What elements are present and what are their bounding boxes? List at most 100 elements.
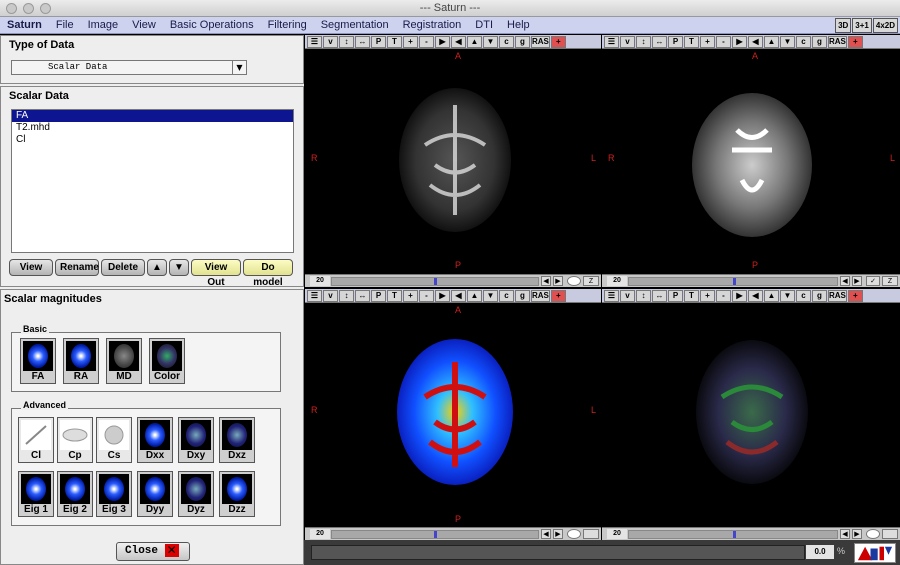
menu-registration[interactable]: Registration: [396, 17, 469, 34]
layout-4x2d-button[interactable]: 4x2D: [872, 18, 898, 33]
next-slice-icon[interactable]: ▶: [852, 276, 862, 286]
pan-up-icon[interactable]: ▲: [467, 35, 482, 48]
menu-file[interactable]: File: [49, 17, 81, 34]
p-button[interactable]: P: [371, 289, 386, 302]
close-button[interactable]: Close ✕: [116, 542, 190, 561]
vertical-flip-icon[interactable]: ↕: [636, 289, 651, 302]
v-button[interactable]: v: [323, 289, 338, 302]
rename-button[interactable]: Rename: [55, 259, 99, 276]
c-button[interactable]: c: [796, 289, 811, 302]
pan-left-icon[interactable]: ◀: [451, 35, 466, 48]
menu-image[interactable]: Image: [81, 17, 126, 34]
next-slice-icon[interactable]: ▶: [553, 276, 563, 286]
zoom-out-icon[interactable]: -: [419, 35, 434, 48]
zoom-in-icon[interactable]: +: [403, 35, 418, 48]
vertical-flip-icon[interactable]: ↕: [339, 35, 354, 48]
sync-checkbox[interactable]: ✓: [866, 276, 880, 286]
pan-down-icon[interactable]: ▼: [780, 289, 795, 302]
pan-up-icon[interactable]: ▲: [764, 35, 779, 48]
md-magnitude-button[interactable]: MD: [106, 338, 142, 384]
prev-slice-icon[interactable]: ◀: [541, 276, 551, 286]
prev-slice-icon[interactable]: ◀: [840, 529, 850, 539]
zoom-out-icon[interactable]: -: [716, 35, 731, 48]
menu-dti[interactable]: DTI: [468, 17, 500, 34]
menu-basic-operations[interactable]: Basic Operations: [163, 17, 261, 34]
next-slice-icon[interactable]: ▶: [553, 529, 563, 539]
menu-filtering[interactable]: Filtering: [261, 17, 314, 34]
chevron-down-icon[interactable]: ▼: [232, 61, 246, 74]
menu-icon[interactable]: ☰: [604, 289, 619, 302]
horizontal-flip-icon[interactable]: ↔: [652, 35, 667, 48]
dyy-magnitude-button[interactable]: Dyy: [137, 471, 173, 517]
pan-left-icon[interactable]: ◀: [748, 289, 763, 302]
fa-magnitude-button[interactable]: FA: [20, 338, 56, 384]
next-slice-icon[interactable]: ▶: [852, 529, 862, 539]
axis-select[interactable]: Z: [583, 276, 599, 286]
sync-toggle[interactable]: [567, 276, 581, 286]
slider-thumb[interactable]: [733, 531, 736, 538]
pan-up-icon[interactable]: ▲: [467, 289, 482, 302]
slice-slider[interactable]: [331, 277, 539, 286]
slice-slider[interactable]: [628, 277, 838, 286]
v-button[interactable]: v: [620, 289, 635, 302]
cs-magnitude-button[interactable]: Cs: [96, 417, 132, 463]
menu-icon[interactable]: ☰: [307, 289, 322, 302]
pan-down-icon[interactable]: ▼: [780, 35, 795, 48]
prev-slice-icon[interactable]: ◀: [840, 276, 850, 286]
horizontal-flip-icon[interactable]: ↔: [652, 289, 667, 302]
slice-slider[interactable]: [331, 530, 539, 539]
horizontal-flip-icon[interactable]: ↔: [355, 35, 370, 48]
horizontal-flip-icon[interactable]: ↔: [355, 289, 370, 302]
p-button[interactable]: P: [668, 289, 683, 302]
pan-right-icon[interactable]: ▶: [732, 35, 747, 48]
list-item[interactable]: FA: [12, 110, 293, 122]
scalar-data-list[interactable]: FA T2.mhd Cl: [11, 109, 294, 253]
view-button[interactable]: View: [9, 259, 53, 276]
zoom-out-icon[interactable]: -: [419, 289, 434, 302]
v-button[interactable]: v: [323, 35, 338, 48]
sync-toggle[interactable]: [866, 529, 880, 539]
crosshair-icon[interactable]: +: [847, 35, 863, 48]
axis-select[interactable]: Z: [882, 276, 898, 286]
vertical-flip-icon[interactable]: ↕: [339, 289, 354, 302]
cl-magnitude-button[interactable]: Cl: [18, 417, 54, 463]
crosshair-icon[interactable]: +: [847, 289, 863, 302]
slider-thumb[interactable]: [733, 278, 736, 285]
g-button[interactable]: g: [515, 289, 530, 302]
view-out-button[interactable]: View Out: [191, 259, 241, 288]
traffic-lights[interactable]: [6, 3, 51, 14]
viewer-bottom-right[interactable]: ☰ v ↕ ↔ P T + - ▶ ◀ ▲ ▼ c g RAS + 20 ◀ ▶: [602, 289, 900, 540]
eig1-magnitude-button[interactable]: Eig 1: [18, 471, 54, 517]
v-button[interactable]: v: [620, 35, 635, 48]
list-item[interactable]: Cl: [12, 134, 293, 146]
t-button[interactable]: T: [387, 35, 402, 48]
slider-thumb[interactable]: [434, 278, 437, 285]
dxy-magnitude-button[interactable]: Dxy: [178, 417, 214, 463]
zoom-in-icon[interactable]: +: [700, 35, 715, 48]
pan-left-icon[interactable]: ◀: [748, 35, 763, 48]
layout-3plus1-button[interactable]: 3+1: [852, 18, 872, 33]
prev-slice-icon[interactable]: ◀: [541, 529, 551, 539]
viewer-bottom-left[interactable]: ☰ v ↕ ↔ P T + - ▶ ◀ ▲ ▼ c g RAS + A P R L 20 ◀ ▶: [305, 289, 601, 540]
t-button[interactable]: T: [387, 289, 402, 302]
eig3-magnitude-button[interactable]: Eig 3: [96, 471, 132, 517]
close-window-icon[interactable]: [6, 3, 17, 14]
minimize-window-icon[interactable]: [23, 3, 34, 14]
list-item[interactable]: T2.mhd: [12, 122, 293, 134]
ras-button[interactable]: RAS: [828, 289, 847, 302]
g-button[interactable]: g: [812, 289, 827, 302]
layout-3d-button[interactable]: 3D: [835, 18, 852, 33]
c-button[interactable]: c: [499, 35, 514, 48]
data-type-select[interactable]: Scalar Data ▼: [11, 60, 247, 75]
eig2-magnitude-button[interactable]: Eig 2: [57, 471, 93, 517]
g-button[interactable]: g: [812, 35, 827, 48]
ras-button[interactable]: RAS: [531, 35, 550, 48]
slice-slider[interactable]: [628, 530, 838, 539]
dzz-magnitude-button[interactable]: Dzz: [219, 471, 255, 517]
viewer-top-right[interactable]: ☰ v ↕ ↔ P T + - ▶ ◀ ▲ ▼ c g RAS + A P R L 20 ◀ ▶ ✓ Z: [602, 35, 900, 287]
viewer-top-left[interactable]: ☰ v ↕ ↔ P T + - ▶ ◀ ▲ ▼ c g RAS + A P R L 20 ◀ ▶ Z: [305, 35, 601, 287]
menu-icon[interactable]: ☰: [307, 35, 322, 48]
pan-right-icon[interactable]: ▶: [435, 35, 450, 48]
delete-button[interactable]: Delete: [101, 259, 145, 276]
zoom-in-icon[interactable]: +: [700, 289, 715, 302]
